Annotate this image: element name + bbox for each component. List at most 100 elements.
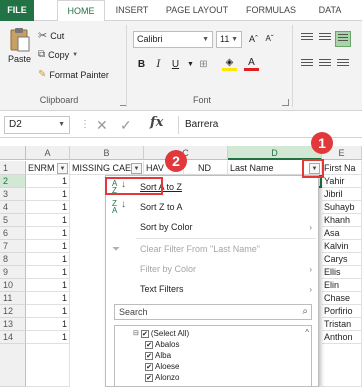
row-header[interactable]: 2 xyxy=(0,175,26,188)
row-header[interactable]: 11 xyxy=(0,292,26,305)
cell-first-name[interactable]: Chase xyxy=(322,292,362,305)
checkbox-select-all[interactable]: ⊟ ✔ (Select All) xyxy=(133,329,189,339)
cell-enrm[interactable]: 1 xyxy=(26,175,70,188)
sort-a-to-z-label: Sort A to Z xyxy=(140,182,183,192)
row-header[interactable] xyxy=(0,344,26,387)
font-size-value: 11 xyxy=(220,34,230,44)
name-box[interactable]: D2 ▼ xyxy=(4,116,70,134)
row-header[interactable]: 3 xyxy=(0,188,26,201)
font-name-combo[interactable]: Calibri ▼ xyxy=(133,31,213,48)
cell-first-name[interactable]: Kalvin xyxy=(322,240,362,253)
cell-enrm[interactable]: 1 xyxy=(26,292,70,305)
cell-enrm[interactable]: 1 xyxy=(26,240,70,253)
cell-enrm[interactable]: 1 xyxy=(26,201,70,214)
tab-formulas[interactable]: FORMULAS xyxy=(240,0,302,21)
grow-font-button[interactable]: Aˆ xyxy=(246,31,261,47)
paste-button[interactable]: Paste xyxy=(8,27,31,64)
header-cell-nd[interactable]: ND xyxy=(184,161,228,175)
cell-first-name[interactable]: Suhayb xyxy=(322,201,362,214)
cell-enrm[interactable] xyxy=(26,344,70,387)
borders-icon[interactable]: ⊞ xyxy=(196,57,211,73)
cell-enrm[interactable]: 1 xyxy=(26,318,70,331)
font-dialog-launcher-icon[interactable] xyxy=(282,99,289,106)
text-filters-item[interactable]: Text Filters › xyxy=(106,280,318,299)
row-header[interactable]: 8 xyxy=(0,253,26,266)
fill-color-icon[interactable]: ◈ xyxy=(222,57,237,73)
row-header[interactable]: 12 xyxy=(0,305,26,318)
cell-first-name[interactable]: Yahir xyxy=(322,175,362,188)
cell-first-name[interactable]: Porfirio xyxy=(322,305,362,318)
insert-function-button[interactable]: fx xyxy=(150,115,163,130)
cut-button[interactable]: ✂ Cut xyxy=(38,29,64,42)
row-header[interactable]: 7 xyxy=(0,240,26,253)
underline-button[interactable]: U xyxy=(168,57,183,73)
filter-values-list[interactable]: ⊟ ✔ (Select All) ✔ Abalos ✔ Alba ✔ Aloes… xyxy=(114,325,312,387)
header-cell-last-name[interactable]: Last Name xyxy=(228,161,322,175)
align-center-icon[interactable] xyxy=(317,57,333,73)
cell-enrm[interactable]: 1 xyxy=(26,253,70,266)
align-middle-icon[interactable] xyxy=(317,31,333,47)
filter-dropdown-button[interactable]: ▼ xyxy=(131,163,142,174)
copy-button[interactable]: ⧉ Copy ▼ xyxy=(38,49,78,60)
checkbox-value[interactable]: ✔ Aloese xyxy=(145,362,179,372)
format-painter-button[interactable]: ✎ Format Painter xyxy=(38,69,109,80)
align-left-icon[interactable] xyxy=(299,57,315,73)
align-top-icon[interactable] xyxy=(299,31,315,47)
row-header[interactable]: 13 xyxy=(0,318,26,331)
scroll-up-icon[interactable]: ^ xyxy=(305,328,309,337)
cell-first-name[interactable]: Asa xyxy=(322,227,362,240)
checkbox-value[interactable]: ✔ Alba xyxy=(145,351,171,361)
tab-file[interactable]: FILE xyxy=(0,0,34,21)
column-header-a[interactable]: A xyxy=(26,146,70,160)
cell-first-name[interactable]: Jibril xyxy=(322,188,362,201)
cell-first-name[interactable]: Ellis xyxy=(322,266,362,279)
font-color-icon[interactable]: A xyxy=(244,57,259,73)
checkbox-value[interactable]: ✔ Alonzo xyxy=(145,373,179,383)
cell-first-name[interactable]: Tristan xyxy=(322,318,362,331)
column-header-d[interactable]: D xyxy=(228,146,322,160)
cell-enrm[interactable]: 1 xyxy=(26,266,70,279)
cell-enrm[interactable]: 1 xyxy=(26,188,70,201)
column-header-b[interactable]: B xyxy=(70,146,144,160)
cell-first-name[interactable] xyxy=(322,344,362,387)
cell-first-name[interactable]: Carys xyxy=(322,253,362,266)
row-header[interactable]: 5 xyxy=(0,214,26,227)
filter-search-input[interactable]: Search ⌕ xyxy=(114,304,312,320)
cell-enrm[interactable]: 1 xyxy=(26,305,70,318)
cell-enrm[interactable]: 1 xyxy=(26,331,70,344)
row-header[interactable]: 14 xyxy=(0,331,26,344)
italic-button[interactable]: I xyxy=(151,57,166,73)
shrink-font-button[interactable]: Aˇ xyxy=(262,31,277,47)
chevron-down-icon: ▼ xyxy=(231,36,238,43)
align-bottom-icon[interactable] xyxy=(335,31,351,47)
tab-data[interactable]: DATA xyxy=(310,0,350,21)
cell-enrm[interactable]: 1 xyxy=(26,279,70,292)
font-size-combo[interactable]: 11 ▼ xyxy=(216,31,242,48)
tab-page-layout[interactable]: PAGE LAYOUT xyxy=(162,0,232,21)
row-header[interactable]: 10 xyxy=(0,279,26,292)
filter-dropdown-button-last-name[interactable]: ▼ xyxy=(309,163,320,174)
bold-button[interactable]: B xyxy=(134,57,149,73)
select-all-corner[interactable] xyxy=(0,146,26,160)
cancel-entry-icon[interactable]: ✕ xyxy=(96,116,108,134)
cell-first-name[interactable]: Elin xyxy=(322,279,362,292)
checkbox-value[interactable]: ✔ Abalos xyxy=(145,340,179,350)
align-right-icon[interactable] xyxy=(335,57,351,73)
sort-a-to-z-item[interactable]: A Z ↓ Sort A to Z xyxy=(106,178,318,197)
header-cell-first-name[interactable]: First Na xyxy=(322,161,362,175)
tab-home[interactable]: HOME xyxy=(57,0,105,22)
cell-first-name[interactable]: Anthon xyxy=(322,331,362,344)
row-header[interactable]: 1 xyxy=(0,161,26,175)
tab-insert[interactable]: INSERT xyxy=(110,0,154,21)
sort-z-to-a-item[interactable]: Z A ↓ Sort Z to A xyxy=(106,198,318,217)
row-header[interactable]: 4 xyxy=(0,201,26,214)
filter-dropdown-button[interactable]: ▼ xyxy=(57,163,68,174)
confirm-entry-icon[interactable]: ✓ xyxy=(120,116,132,134)
cell-first-name[interactable]: Khanh xyxy=(322,214,362,227)
formula-input[interactable]: Barrera xyxy=(178,116,362,134)
cell-enrm[interactable]: 1 xyxy=(26,227,70,240)
row-header[interactable]: 9 xyxy=(0,266,26,279)
sort-by-color-item[interactable]: Sort by Color › xyxy=(106,218,318,237)
cell-enrm[interactable]: 1 xyxy=(26,214,70,227)
row-header[interactable]: 6 xyxy=(0,227,26,240)
